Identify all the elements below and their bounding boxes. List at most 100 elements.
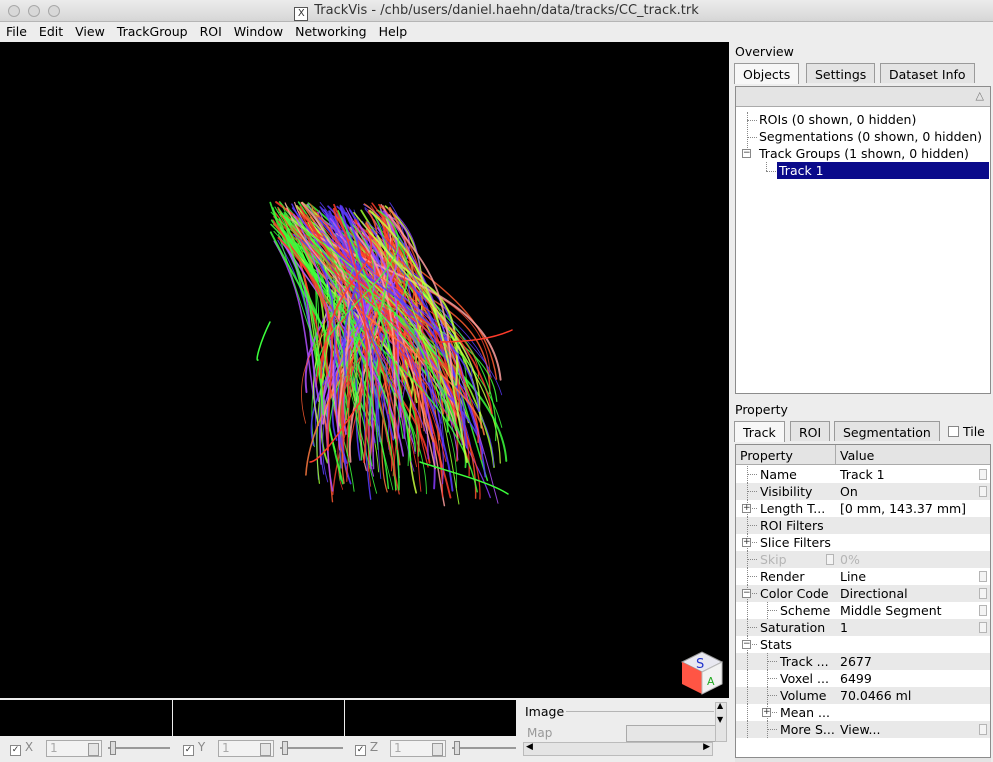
objects-tree[interactable]: △ ROIs (0 shown, 0 hidden) Segmentations… <box>735 86 991 394</box>
tile-checkbox[interactable] <box>948 426 959 437</box>
property-row-render[interactable]: Render Line <box>736 568 990 585</box>
value-column-header[interactable]: Value <box>836 445 990 465</box>
slice-z-checkbox[interactable]: ✓ <box>355 745 366 756</box>
slice-z-toggle[interactable]: ✓ Z <box>355 740 378 758</box>
scroll-right-icon[interactable]: ▶ <box>703 742 710 752</box>
property-row-scheme[interactable]: Scheme Middle Segment <box>736 602 990 619</box>
collapse-icon[interactable]: − <box>742 589 751 598</box>
property-row-roi-filters[interactable]: ROI Filters <box>736 517 990 534</box>
property-row-slice-filters[interactable]: + Slice Filters <box>736 534 990 551</box>
slice-z-spinbox[interactable]: 1 <box>390 740 446 757</box>
property-edit-button[interactable] <box>979 571 987 582</box>
property-value: Directional <box>840 586 908 601</box>
property-section-title: Property <box>735 402 788 417</box>
expand-icon[interactable]: + <box>742 538 751 547</box>
slice-view-y[interactable] <box>173 700 344 736</box>
menu-file[interactable]: File <box>0 22 33 39</box>
image-panel-hscrollbar[interactable]: ◀ ▶ <box>523 742 713 756</box>
collapse-icon[interactable]: − <box>742 640 751 649</box>
slice-y-spinbox[interactable]: 1 <box>218 740 274 757</box>
tile-toggle[interactable]: Tile <box>948 424 985 439</box>
menu-view[interactable]: View <box>69 22 111 39</box>
tab-dataset-info[interactable]: Dataset Info <box>880 63 975 83</box>
scroll-left-icon[interactable]: ◀ <box>526 742 533 752</box>
property-name: Render <box>760 569 805 584</box>
tree-item-segmentations[interactable]: Segmentations (0 shown, 0 hidden) <box>759 128 982 145</box>
menu-trackgroup[interactable]: TrackGroup <box>111 22 194 39</box>
property-edit-button[interactable] <box>979 605 987 616</box>
property-row-length-t[interactable]: + Length T... [0 mm, 143.37 mm] <box>736 500 990 517</box>
slice-y-checkbox[interactable]: ✓ <box>183 745 194 756</box>
property-edit-button[interactable] <box>979 622 987 633</box>
slice-x-label: X <box>24 740 34 754</box>
tab-track[interactable]: Track <box>734 421 785 442</box>
x11-app-icon: X <box>294 7 309 21</box>
cube-anterior-label: A <box>707 675 715 688</box>
slice-x-spinbox[interactable]: 1 <box>46 740 102 757</box>
property-value: [0 mm, 143.37 mm] <box>840 501 967 516</box>
property-edit-button[interactable] <box>979 588 987 599</box>
slice-x-slider-track[interactable] <box>108 747 170 749</box>
image-panel-title: Image <box>525 704 565 719</box>
scroll-up-icon[interactable]: ▲ <box>717 701 723 710</box>
property-grid[interactable]: Property Value Name Track 1 Visibility On + L… <box>735 444 991 758</box>
expand-icon[interactable]: + <box>742 504 751 513</box>
tab-segmentation[interactable]: Segmentation <box>834 421 940 441</box>
menu-roi[interactable]: ROI <box>194 22 228 39</box>
property-value: On <box>840 484 858 499</box>
property-row-track[interactable]: Track ... 2677 <box>736 653 990 670</box>
slice-y-slider-track[interactable] <box>280 747 343 749</box>
slice-view-z[interactable] <box>345 700 516 736</box>
sort-ascending-icon[interactable]: △ <box>976 89 984 102</box>
slice-x-slider-handle[interactable] <box>110 741 116 755</box>
slice-y-slider-handle[interactable] <box>282 741 288 755</box>
map-dropdown[interactable]: ▾ <box>626 725 726 742</box>
property-row-more-s[interactable]: More S... View... <box>736 721 990 738</box>
property-row-mean[interactable]: + Mean ... <box>736 704 990 721</box>
slice-x-toggle[interactable]: ✓ X <box>10 740 33 758</box>
property-value: View... <box>840 722 881 737</box>
menu-edit[interactable]: Edit <box>33 22 69 39</box>
menu-window[interactable]: Window <box>228 22 289 39</box>
property-row-volume[interactable]: Volume 70.0466 ml <box>736 687 990 704</box>
property-row-voxel[interactable]: Voxel ... 6499 <box>736 670 990 687</box>
scroll-down-icon[interactable]: ▼ <box>717 715 723 724</box>
slice-y-toggle[interactable]: ✓ Y <box>183 740 205 758</box>
3d-render-view[interactable] <box>0 42 729 698</box>
property-row-color-code[interactable]: − Color Code Directional <box>736 585 990 602</box>
slice-z-slider-track[interactable] <box>452 747 516 749</box>
slice-z-label: Z <box>369 740 379 754</box>
title-bar: X TrackVis - /chb/users/daniel.haehn/data… <box>0 0 993 22</box>
property-row-skip[interactable]: Skip 0% <box>736 551 990 568</box>
property-edit-button[interactable] <box>979 469 987 480</box>
slice-x-checkbox[interactable]: ✓ <box>10 745 21 756</box>
expand-icon[interactable]: + <box>762 708 771 717</box>
tree-item-track-1[interactable]: Track 1 <box>777 162 989 179</box>
property-row-visibility[interactable]: Visibility On <box>736 483 990 500</box>
collapse-icon[interactable]: − <box>742 149 751 158</box>
property-value: Middle Segment <box>840 603 942 618</box>
objects-tree-header[interactable]: △ <box>736 87 990 107</box>
menu-networking[interactable]: Networking <box>289 22 373 39</box>
property-edit-button[interactable] <box>979 486 987 497</box>
property-name: Length T... <box>760 501 826 516</box>
slice-view-x[interactable] <box>0 700 172 736</box>
property-row-name[interactable]: Name Track 1 <box>736 466 990 483</box>
property-name: Slice Filters <box>760 535 831 550</box>
property-value: 0% <box>840 552 860 567</box>
menu-help[interactable]: Help <box>373 22 414 39</box>
property-row-saturation[interactable]: Saturation 1 <box>736 619 990 636</box>
property-edit-button[interactable] <box>979 724 987 735</box>
tab-objects[interactable]: Objects <box>734 63 800 84</box>
slice-z-slider-handle[interactable] <box>454 741 460 755</box>
tree-item-rois[interactable]: ROIs (0 shown, 0 hidden) <box>759 111 916 128</box>
property-value: 70.0466 ml <box>840 688 912 703</box>
property-row-stats[interactable]: − Stats <box>736 636 990 653</box>
tab-settings[interactable]: Settings <box>806 63 876 83</box>
orientation-cube-icon[interactable]: S A <box>680 648 724 696</box>
property-name: Volume <box>780 688 827 703</box>
property-column-header[interactable]: Property <box>736 445 836 465</box>
tab-roi[interactable]: ROI <box>790 421 831 441</box>
tree-item-track-groups[interactable]: Track Groups (1 shown, 0 hidden) <box>759 145 969 162</box>
image-panel-vscrollbar[interactable]: ▲ ▼ <box>715 701 727 742</box>
